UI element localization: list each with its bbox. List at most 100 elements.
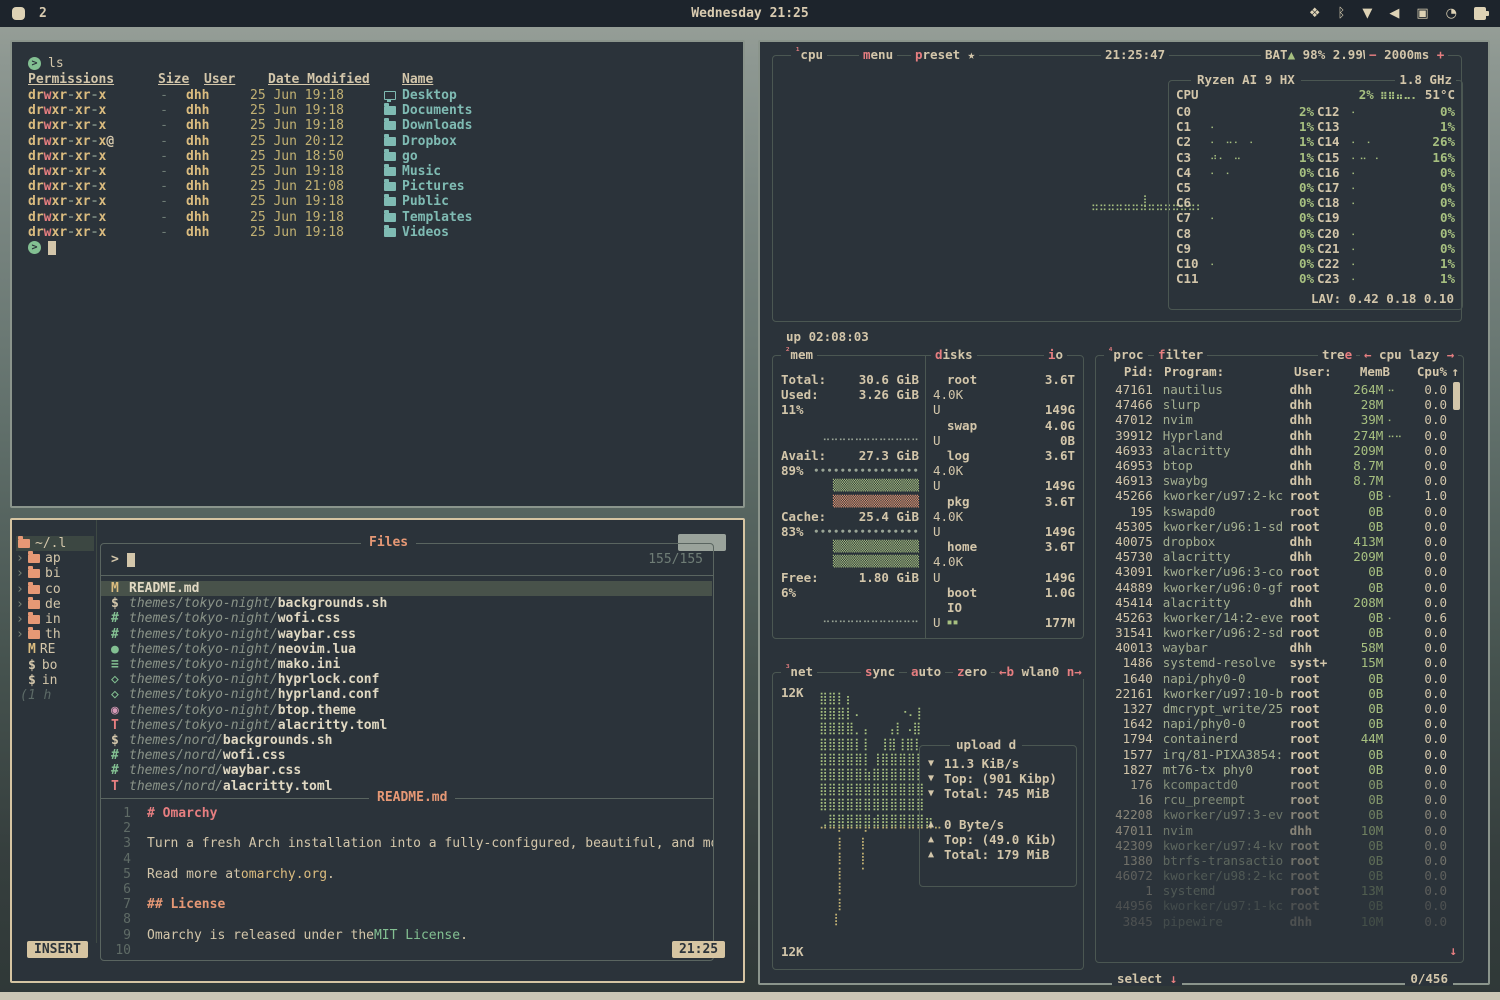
picker-item[interactable]: ◇themes/tokyo-night/hyprlock.conf [101, 672, 712, 687]
proc-panel-title[interactable]: ⁴proc [1104, 347, 1148, 362]
process-row[interactable]: 47466slurpdhh28M0.0 [1102, 397, 1447, 412]
process-row[interactable]: 195kswapd0root0B0.0 [1102, 504, 1447, 519]
dir-name-cell[interactable]: Videos [368, 225, 449, 240]
picker-item[interactable]: #themes/nord/waybar.css [101, 763, 712, 778]
process-row[interactable]: 47161nautilusdhh264M⠤0.0 [1102, 382, 1447, 397]
process-row[interactable]: 44889kworker/u96:0-gfroot0B0.0 [1102, 579, 1447, 594]
proc-header-pid[interactable]: Pid: [1102, 364, 1154, 379]
process-row[interactable]: 45414alacrittydhh208M0.0 [1102, 595, 1447, 610]
terminal-window[interactable]: > ls PermissionsSizeUserDate ModifiedNam… [10, 40, 745, 508]
proc-scrollbar-thumb[interactable] [1453, 382, 1460, 410]
sidebar-item-in[interactable]: $in [16, 673, 94, 688]
proc-sort-selector[interactable]: ← cpu lazy → [1360, 347, 1458, 362]
sidebar-item-ap[interactable]: ›ap [16, 551, 94, 566]
sidebar-item-in[interactable]: ›in [16, 612, 94, 627]
process-row[interactable]: 1827mt76-tx phy0root0B0.0 [1102, 762, 1447, 777]
disks-toggle[interactable]: disks [931, 347, 977, 362]
sidebar-item-bi[interactable]: ›bi [16, 566, 94, 581]
dir-name-cell[interactable]: Dropbox [368, 134, 457, 149]
process-row[interactable]: 1380btrfs-transactioroot0B0.0 [1102, 853, 1447, 868]
process-row[interactable]: 47012nvimdhh39M⠄0.0 [1102, 412, 1447, 427]
process-row[interactable]: 1794containerdroot44M0.0 [1102, 731, 1447, 746]
process-row[interactable]: 22161kworker/u97:10-broot0B0.0 [1102, 686, 1447, 701]
process-row[interactable]: 40013waybardhh58M0.0 [1102, 640, 1447, 655]
dir-name-cell[interactable]: Downloads [368, 118, 472, 133]
process-row[interactable]: 176kcompactd0root0B0.0 [1102, 777, 1447, 792]
process-row[interactable]: 16rcu_preemptroot0B0.0 [1102, 792, 1447, 807]
battery-icon[interactable] [1474, 7, 1486, 20]
process-row[interactable]: 47011nvimdhh10M0.0 [1102, 822, 1447, 837]
sidebar-item-RE[interactable]: MRE [16, 642, 94, 657]
picker-item[interactable]: ●themes/tokyo-night/neovim.lua [101, 642, 712, 657]
process-row[interactable]: 46933alacrittydhh209M0.0 [1102, 443, 1447, 458]
proc-scroll-up-arrow[interactable]: ↑ [1451, 364, 1459, 379]
file-tree-sidebar[interactable]: ~/.l›ap›bi›co›de›in›thMRE$bo$in(1 h [16, 536, 94, 703]
process-row[interactable]: 43091kworker/u96:3-coroot0B0.0 [1102, 564, 1447, 579]
interval-control[interactable]: − 2000ms + [1365, 47, 1448, 62]
dir-name-cell[interactable]: Public [368, 194, 449, 209]
process-row[interactable]: 42309kworker/u97:4-kvroot0B0.0 [1102, 838, 1447, 853]
picker-item[interactable]: $themes/nord/backgrounds.sh [101, 733, 712, 748]
picker-item[interactable]: ◉themes/tokyo-night/btop.theme [101, 703, 712, 718]
process-row[interactable]: 46913swaybgdhh8.7M0.0 [1102, 473, 1447, 488]
process-row[interactable]: 31541kworker/u96:2-sdroot0B0.0 [1102, 625, 1447, 640]
btop-window[interactable]: ¹cpu menu preset ★ 21:25:47 BAT▲ 98% 2.9… [758, 40, 1490, 985]
picker-search-input[interactable]: > [111, 552, 135, 567]
preset-button[interactable]: preset ★ [911, 47, 979, 62]
shell-prompt-empty[interactable]: > [28, 240, 743, 256]
process-row[interactable]: 46953btopdhh8.7M0.0 [1102, 458, 1447, 473]
sidebar-item-th[interactable]: ›th [16, 627, 94, 642]
process-row[interactable]: 1486systemd-resolvesyst+15M0.0 [1102, 655, 1447, 670]
proc-header-program[interactable]: Program: [1154, 364, 1294, 379]
net-sync-toggle[interactable]: sync [861, 664, 899, 679]
sidebar-item-l[interactable]: ~/.l [16, 536, 94, 551]
picker-item[interactable]: MREADME.md [101, 581, 712, 596]
dir-name-cell[interactable]: Pictures [368, 179, 465, 194]
mem-panel-title[interactable]: ²mem [781, 347, 817, 362]
net-interface-switch[interactable]: ←b wlan0 n→ [995, 664, 1086, 679]
proc-header-cpu[interactable]: Cpu% [1417, 364, 1447, 379]
sidebar-item-de[interactable]: ›de [16, 597, 94, 612]
net-zero-toggle[interactable]: zero [953, 664, 991, 679]
proc-tree-toggle[interactable]: tree [1318, 347, 1356, 362]
dir-name-cell[interactable]: Desktop [368, 88, 457, 103]
process-row[interactable]: 45730alacrittydhh209M0.0 [1102, 549, 1447, 564]
process-row[interactable]: 40075dropboxdhh413M0.0 [1102, 534, 1447, 549]
picker-item[interactable]: ≡themes/tokyo-night/mako.ini [101, 657, 712, 672]
process-row[interactable]: 3845pipewiredhh10M0.0 [1102, 914, 1447, 929]
dir-name-cell[interactable]: Music [368, 164, 441, 179]
process-row[interactable]: 44956kworker/u97:1-kcroot0B0.0 [1102, 898, 1447, 913]
net-auto-toggle[interactable]: auto [907, 664, 945, 679]
process-row[interactable]: 1577irq/81-PIXA3854:root0B0.0 [1102, 747, 1447, 762]
proc-header-user[interactable]: User: [1294, 364, 1344, 379]
process-row[interactable]: 1systemdroot13M0.0 [1102, 883, 1447, 898]
net-panel-title[interactable]: ³net [781, 664, 817, 679]
proc-scroll-down-arrow[interactable]: ↓ [1449, 943, 1457, 958]
process-row[interactable]: 46072kworker/u98:2-kcroot0B0.0 [1102, 868, 1447, 883]
cpu-panel-title[interactable]: ¹cpu [791, 47, 827, 62]
process-row[interactable]: 45263kworker/14:2-everoot0B⠄0.6 [1102, 610, 1447, 625]
sidebar-item-bo[interactable]: $bo [16, 658, 94, 673]
picker-item[interactable]: #themes/tokyo-night/waybar.css [101, 627, 712, 642]
io-toggle[interactable]: io [1044, 347, 1067, 362]
picker-item[interactable]: $themes/tokyo-night/backgrounds.sh [101, 596, 712, 611]
proc-select-control[interactable]: select ↓ [1112, 971, 1182, 986]
sidebar-item-co[interactable]: ›co [16, 582, 94, 597]
process-row[interactable]: 39912Hyprlanddhh274M⠤⠤0.0 [1102, 428, 1447, 443]
dir-name-cell[interactable]: Documents [368, 103, 472, 118]
picker-item[interactable]: #themes/tokyo-night/wofi.css [101, 611, 712, 626]
dir-name-cell[interactable]: go [368, 149, 418, 164]
neovim-window[interactable]: ~/.l›ap›bi›co›de›in›thMRE$bo$in(1 h File… [10, 518, 745, 983]
proc-header-mem[interactable]: MemB [1344, 364, 1390, 379]
picker-item[interactable]: ◇themes/tokyo-night/hyprland.conf [101, 687, 712, 702]
proc-filter-button[interactable]: filter [1154, 347, 1207, 362]
process-row[interactable]: 45266kworker/u97:2-kcroot0B⠄1.0 [1102, 488, 1447, 503]
menu-button[interactable]: menu [859, 47, 897, 62]
process-row[interactable]: 42208kworker/u97:3-evroot0B0.0 [1102, 807, 1447, 822]
process-row[interactable]: 1640napi/phy0-0root0B0.0 [1102, 671, 1447, 686]
dir-name-cell[interactable]: Templates [368, 210, 472, 225]
process-row[interactable]: 1327dmcrypt_write/25root0B0.0 [1102, 701, 1447, 716]
process-row[interactable]: 45305kworker/u96:1-sdroot0B0.0 [1102, 519, 1447, 534]
picker-item[interactable]: Tthemes/tokyo-night/alacritty.toml [101, 718, 712, 733]
picker-item[interactable]: #themes/nord/wofi.css [101, 748, 712, 763]
